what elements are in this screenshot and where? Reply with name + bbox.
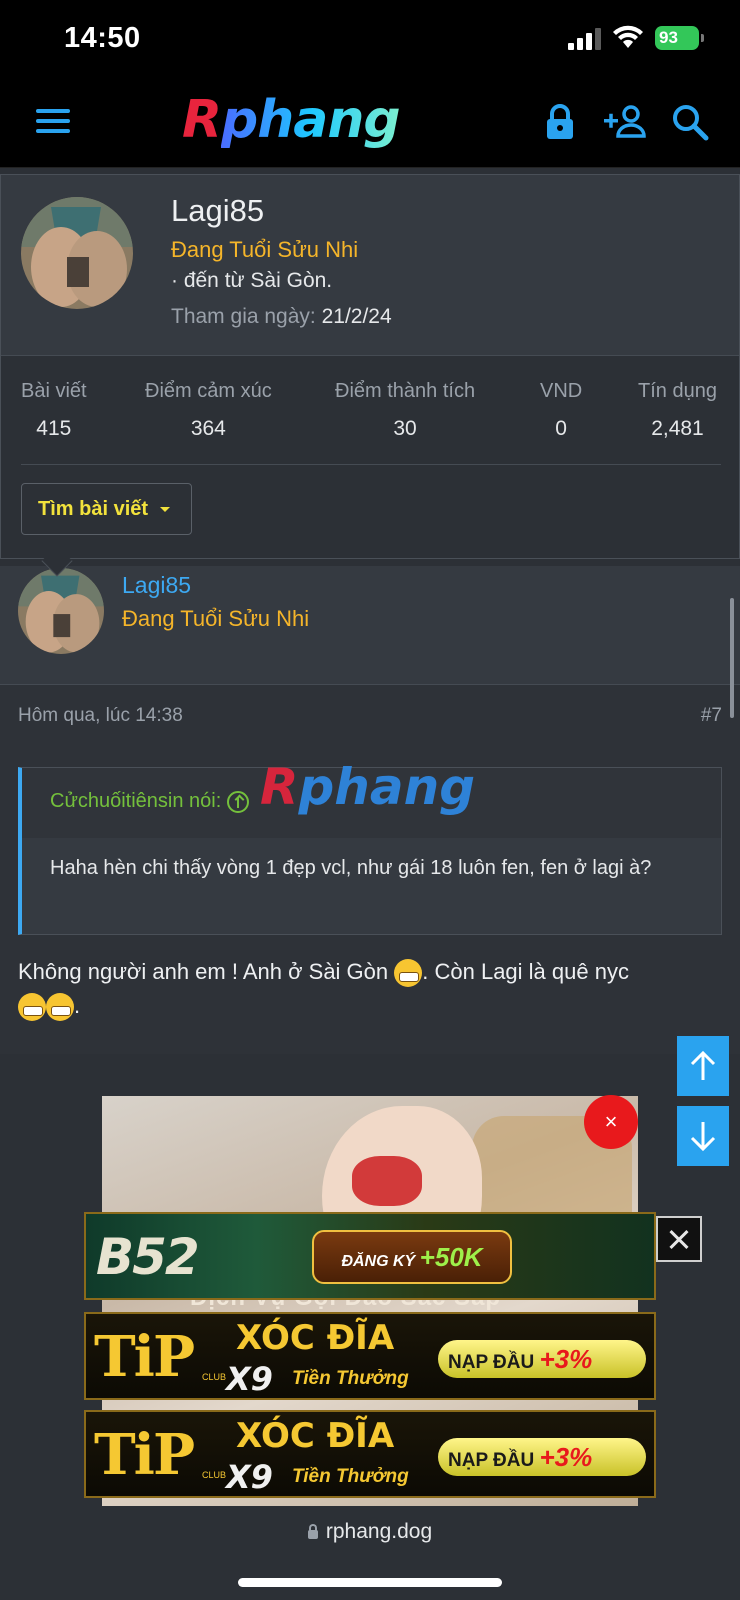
add-user-icon[interactable] (604, 102, 648, 142)
popup-header: Lagi85 Đang Tuổi Sửu Nhi · đến từ Sài Gò… (1, 175, 739, 355)
stat-posts: Bài viết 415 (21, 380, 87, 440)
browser-address-bar[interactable]: rphang.dog (0, 1508, 740, 1600)
status-bar: 14:50 93 (0, 0, 740, 84)
quote-author[interactable]: Cửchuốitiênsin nói: (50, 790, 250, 813)
member-tooltip-popup: Lagi85 Đang Tuổi Sửu Nhi · đến từ Sài Gò… (0, 174, 740, 559)
tip-deposit-cta: NẠP ĐẦU +3% (438, 1438, 646, 1476)
member-user-title: Đang Tuổi Sửu Nhi (171, 237, 359, 262)
lock-icon (307, 1523, 318, 1539)
stat-vnd: VND 0 (540, 380, 583, 440)
quote-header: Cửchuốitiênsin nói: (22, 768, 721, 838)
post-user-title: Đang Tuổi Sửu Nhi (122, 606, 310, 631)
caret-down-icon (160, 507, 171, 513)
quote-block: Cửchuốitiênsin nói: Haha hèn chi thấy vò… (18, 767, 722, 935)
battery-icon: 93 (655, 26, 704, 50)
site-header: Rphang (0, 84, 740, 168)
member-location: · đến từ Sài Gòn. (171, 269, 333, 292)
tip-deposit-cta: NẠP ĐẦU +3% (438, 1340, 646, 1378)
member-join-date: Tham gia ngày: 21/2/24 (171, 305, 392, 328)
grin-emoji-icon (394, 959, 423, 988)
ad-banner-tip[interactable]: TiP CLUB XÓC ĐĨA X9 Tiền Thưởng NẠP ĐẦU … (84, 1410, 656, 1498)
arrow-up-icon (690, 1050, 716, 1080)
post-username[interactable]: Lagi85 (122, 572, 191, 599)
home-indicator[interactable] (238, 1578, 502, 1587)
search-icon[interactable] (670, 102, 710, 142)
lock-icon[interactable] (540, 102, 580, 142)
ad-banner-tip[interactable]: TiP CLUB XÓC ĐĨA X9 Tiền Thưởng NẠP ĐẦU … (84, 1312, 656, 1400)
url-display[interactable]: rphang.dog (0, 1520, 740, 1544)
post-body: Không người anh em ! Anh ở Sài Gòn . Còn… (18, 955, 708, 1023)
menu-icon[interactable] (36, 106, 72, 136)
quote-text: Haha hèn chi thấy vòng 1 đẹp vcl, như gá… (50, 857, 652, 879)
status-time: 14:50 (64, 22, 141, 54)
b52-logo: B52 (96, 1228, 200, 1286)
banner-close-button[interactable] (656, 1216, 702, 1262)
tip-logo: TiP (94, 1324, 195, 1390)
stat-reactions: Điểm cảm xúc 364 (145, 380, 272, 440)
post-date[interactable]: Hôm qua, lúc 14:38 (18, 705, 183, 727)
scrollbar[interactable] (730, 598, 734, 718)
scroll-to-bottom-button[interactable] (677, 1106, 729, 1166)
avatar[interactable] (18, 568, 104, 654)
find-posts-button[interactable]: Tìm bài viết (21, 483, 192, 535)
stat-achievements: Điểm thành tích 30 (335, 380, 476, 440)
scroll-to-top-button[interactable] (677, 1036, 729, 1096)
member-stats: Bài viết 415 Điểm cảm xúc 364 Điểm thành… (1, 355, 739, 558)
member-name[interactable]: Lagi85 (171, 193, 264, 229)
divider (21, 464, 721, 465)
wifi-icon (613, 25, 643, 48)
ad-banner-b52[interactable]: B52 ĐĂNG KÝ +50K (84, 1212, 656, 1300)
grin-emoji-icon (18, 993, 46, 1022)
stat-credits: Tín dụng 2,481 (638, 380, 717, 440)
site-logo[interactable]: Rphang (182, 90, 401, 150)
tip-logo: TiP (94, 1422, 195, 1488)
arrow-down-icon (690, 1122, 716, 1152)
avatar[interactable] (21, 197, 133, 309)
post-number[interactable]: #7 (701, 705, 722, 727)
ad-close-button[interactable]: × (584, 1095, 638, 1149)
cellular-signal-icon (568, 28, 601, 50)
post-message: Hôm qua, lúc 14:38 #7 Cửchuốitiênsin nói… (0, 684, 740, 1054)
grin-emoji-icon (46, 993, 74, 1022)
arrow-up-circle-icon[interactable] (227, 790, 250, 813)
b52-register-cta: ĐĂNG KÝ +50K (312, 1230, 512, 1284)
